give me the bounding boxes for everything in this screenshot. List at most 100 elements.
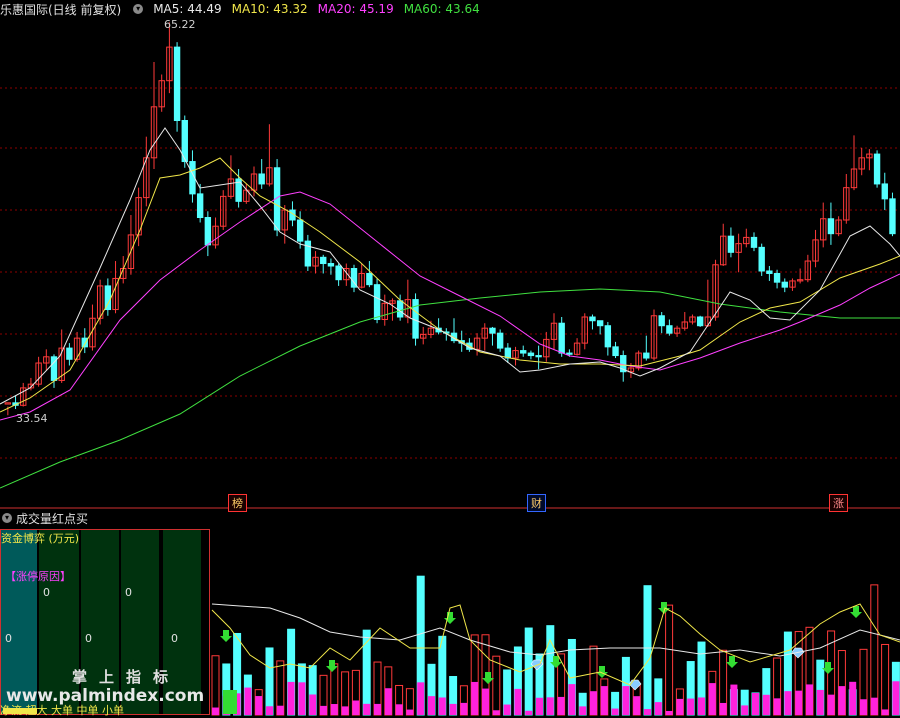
flow-bar <box>266 706 273 715</box>
flow-bar <box>654 702 662 715</box>
flow-legend: 净流 超大 大单 中单 小单 <box>0 704 124 717</box>
candle-body <box>643 352 650 359</box>
buy-arrow-icon <box>444 612 456 624</box>
candle-body <box>889 198 896 235</box>
indicator-name[interactable]: 成交量红点买 <box>16 510 88 527</box>
flow-bar <box>341 706 349 715</box>
flow-bar <box>698 697 705 715</box>
event-tag-finance[interactable]: 财 <box>527 494 546 512</box>
candle-body <box>373 284 381 320</box>
flow-bar <box>352 700 360 715</box>
volume-bar <box>265 647 274 716</box>
candle-body <box>612 346 619 357</box>
buy-arrow-icon <box>482 672 494 684</box>
flow-bar <box>384 688 392 715</box>
flow-bar <box>870 697 878 715</box>
brand-text: 掌上指标 <box>72 668 181 686</box>
candle-body <box>504 347 512 359</box>
flow-bar <box>730 684 738 715</box>
candle-body <box>520 350 527 354</box>
zero-value-5: 0 <box>171 632 178 645</box>
flow-bar <box>600 686 608 715</box>
flow-bar <box>568 684 576 715</box>
event-tag-list[interactable]: 榜 <box>228 494 247 512</box>
flow-bar <box>298 682 306 715</box>
candle-body <box>527 352 535 357</box>
flow-bar <box>482 688 489 715</box>
flow-bar <box>525 710 533 715</box>
ma10-value: MA10: 43.32 <box>231 2 308 16</box>
flow-bar <box>449 703 457 715</box>
candle-body <box>766 270 773 274</box>
candle-body <box>66 347 73 360</box>
candle-body <box>658 315 665 327</box>
flow-bar <box>892 681 900 715</box>
zero-value-1: 0 <box>43 586 50 599</box>
flow-bar <box>644 709 651 715</box>
volume-bar <box>643 585 652 716</box>
candle-body <box>335 265 342 281</box>
flow-bar <box>406 709 414 715</box>
stock-title[interactable]: 乐惠国际(日线 前复权) <box>0 1 121 18</box>
flow-bar <box>460 702 468 715</box>
flow-bar <box>590 691 597 715</box>
flow-bar <box>622 686 630 715</box>
flow-bar <box>212 707 219 715</box>
flow-bar <box>514 688 522 715</box>
candle-body <box>827 218 835 235</box>
candle-body <box>81 337 88 348</box>
flow-bar <box>536 697 543 715</box>
volume-bars <box>211 575 900 716</box>
ma5-line <box>0 127 900 405</box>
flow-bar <box>579 706 587 715</box>
indicator-menu-icon[interactable]: ▾ <box>2 513 12 523</box>
event-tag-limit-up[interactable]: 涨 <box>829 494 848 512</box>
zero-value-3: 0 <box>5 632 12 645</box>
candle-body <box>596 320 604 327</box>
flow-bar <box>719 702 727 715</box>
volume-bar <box>524 627 533 716</box>
flow-bar <box>633 696 641 715</box>
volume-bar <box>870 584 879 716</box>
flow-bar <box>784 691 792 715</box>
candle-body <box>781 281 788 288</box>
candle-body <box>304 240 312 267</box>
candle-body <box>296 219 304 242</box>
zero-value-2: 0 <box>125 586 132 599</box>
candle-body <box>604 325 612 348</box>
volume-bar <box>211 655 220 716</box>
flow-bar <box>320 705 327 715</box>
chart-header: 乐惠国际(日线 前复权) ▾ MA5: 44.49 MA10: 43.32 MA… <box>0 0 480 18</box>
volume-bar <box>665 604 674 716</box>
diamond-icon <box>628 679 642 691</box>
zero-value-4: 0 <box>85 632 92 645</box>
flow-bar <box>374 703 381 715</box>
candle-body <box>396 300 404 318</box>
green-bar <box>223 690 237 714</box>
flow-bar <box>395 704 403 715</box>
flow-bar <box>546 697 554 715</box>
buy-arrow-icon <box>326 660 338 672</box>
ma5-value: MA5: 44.49 <box>153 2 222 16</box>
price-grid <box>0 87 900 509</box>
flow-bar <box>255 696 263 715</box>
candle-body <box>196 193 204 219</box>
flow-bar <box>816 689 824 715</box>
flow-bar <box>244 687 252 715</box>
ma20-line <box>0 191 900 421</box>
candle-body <box>696 316 704 327</box>
flow-bar <box>752 692 759 715</box>
flow-bar <box>471 681 479 715</box>
candle-body <box>258 173 265 185</box>
buy-arrow-icon <box>726 656 738 668</box>
candle-body <box>366 272 373 286</box>
ma20-value: MA20: 45.19 <box>317 2 394 16</box>
settings-icon[interactable]: ▾ <box>133 4 144 14</box>
candle-body <box>4 402 12 405</box>
flow-bar <box>676 698 684 715</box>
panel-title: 资金博弈 (万元) <box>1 532 80 545</box>
flow-bar <box>611 708 619 715</box>
sub-indicator-header: ▾ 成交量红点买 <box>0 510 88 526</box>
buy-arrow-icon <box>220 630 232 642</box>
candle-body <box>327 263 335 267</box>
